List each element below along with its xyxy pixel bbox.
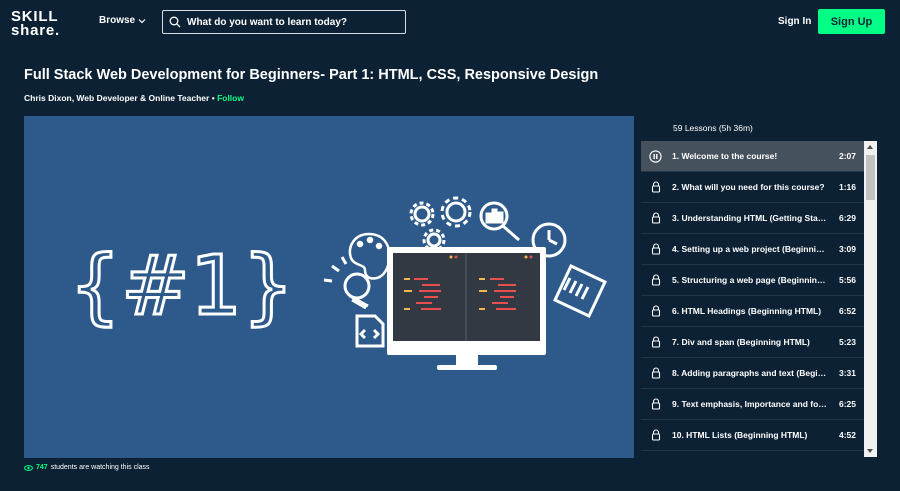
lightbulb-icon <box>323 256 371 310</box>
lesson-item[interactable]: 4. Setting up a web project (Beginning H… <box>641 234 877 265</box>
browse-label: Browse <box>99 15 136 26</box>
follow-link[interactable]: Follow <box>217 93 244 103</box>
lesson-count: 59 Lessons (5h 36m) <box>673 123 753 133</box>
lesson-item[interactable]: 3. Understanding HTML (Getting Started) 6… <box>641 203 877 234</box>
lesson-item[interactable]: 10. HTML Lists (Beginning HTML) 4:52 <box>641 420 877 451</box>
lesson-duration: 6:25 <box>838 399 856 409</box>
lock-icon <box>649 367 662 380</box>
lesson-item[interactable]: 6. HTML Headings (Beginning HTML) 6:52 <box>641 296 877 327</box>
separator-dot: • <box>211 93 215 103</box>
search-input[interactable] <box>187 16 397 28</box>
skillshare-logo[interactable]: SKILL share. <box>11 9 60 39</box>
lesson-duration: 5:56 <box>838 275 856 285</box>
palette-icon <box>348 232 391 280</box>
lesson-item[interactable]: 1. Welcome to the course! 2:07 <box>641 141 877 172</box>
watching-indicator: 747 students are watching this class <box>24 464 150 471</box>
lesson-title: 7. Div and span (Beginning HTML) <box>672 337 810 347</box>
lock-icon <box>649 181 662 194</box>
sign-up-button[interactable]: Sign Up <box>818 9 885 34</box>
lesson-duration: 6:52 <box>838 306 856 316</box>
lesson-title: 2. What will you need for this course? <box>672 182 825 192</box>
browse-menu[interactable]: Browse <box>99 15 146 26</box>
lesson-item[interactable]: 8. Adding paragraphs and text (Beginning… <box>641 358 877 389</box>
author-name[interactable]: Chris Dixon, Web Developer & Online Teac… <box>24 93 209 103</box>
lesson-list-scrollbar[interactable] <box>864 141 877 457</box>
lesson-list[interactable]: 1. Welcome to the course! 2:07 2. What wil… <box>641 141 877 457</box>
lock-icon <box>649 305 662 318</box>
document-icon <box>553 264 607 318</box>
lock-icon <box>649 429 662 442</box>
lock-icon <box>649 212 662 225</box>
lesson-item[interactable]: 5. Structuring a web page (Beginning HTM… <box>641 265 877 296</box>
code-file-icon <box>355 314 385 348</box>
watching-count: 747 <box>36 464 48 471</box>
course-title: Full Stack Web Development for Beginners… <box>24 67 599 83</box>
watching-text: students are watching this class <box>50 464 150 471</box>
lesson-title: 5. Structuring a web page (Beginning HTM… <box>672 275 828 285</box>
computer-monitor-icon <box>387 247 546 370</box>
lesson-title: 1. Welcome to the course! <box>672 151 778 161</box>
lesson-title: 10. HTML Lists (Beginning HTML) <box>672 430 808 440</box>
magnifier-chart-icon <box>479 201 520 242</box>
lesson-title: 8. Adding paragraphs and text (Beginning… <box>672 368 828 378</box>
video-overlay-text: {#1} <box>69 239 294 334</box>
lesson-title: 9. Text emphasis, Importance and formatt… <box>672 399 828 409</box>
gear-icon <box>409 196 472 252</box>
lesson-duration: 5:23 <box>838 337 856 347</box>
scrollbar-thumb[interactable] <box>866 155 875 200</box>
search-icon <box>169 16 181 28</box>
pause-circle-icon <box>649 149 662 163</box>
lesson-duration: 3:31 <box>838 368 856 378</box>
lesson-item[interactable]: 7. Div and span (Beginning HTML) 5:23 <box>641 327 877 358</box>
video-player[interactable]: {#1} <box>24 116 634 458</box>
chevron-down-icon <box>138 18 146 23</box>
search-bar[interactable] <box>162 10 406 34</box>
author-line: Chris Dixon, Web Developer & Online Teac… <box>24 93 244 103</box>
lesson-title: 6. HTML Headings (Beginning HTML) <box>672 306 822 316</box>
lesson-item[interactable]: 9. Text emphasis, Importance and formatt… <box>641 389 877 420</box>
scroll-down-arrow-icon[interactable] <box>867 449 873 453</box>
lesson-duration: 1:16 <box>838 182 856 192</box>
lesson-item[interactable]: 2. What will you need for this course? 1:… <box>641 172 877 203</box>
lesson-duration: 2:07 <box>838 151 856 161</box>
lesson-duration: 3:09 <box>838 244 856 254</box>
sign-in-link[interactable]: Sign In <box>778 16 811 27</box>
lesson-duration: 4:52 <box>838 430 856 440</box>
scroll-up-arrow-icon[interactable] <box>867 145 873 149</box>
logo-line-2: share. <box>11 22 60 39</box>
lesson-duration: 6:29 <box>838 213 856 223</box>
lesson-title: 3. Understanding HTML (Getting Started) <box>672 213 828 223</box>
lock-icon <box>649 274 662 287</box>
lock-icon <box>649 243 662 256</box>
eye-icon <box>24 464 33 471</box>
lock-icon <box>649 398 662 411</box>
lesson-title: 4. Setting up a web project (Beginning H… <box>672 244 828 254</box>
lock-icon <box>649 336 662 349</box>
video-thumbnail: {#1} <box>68 196 607 370</box>
